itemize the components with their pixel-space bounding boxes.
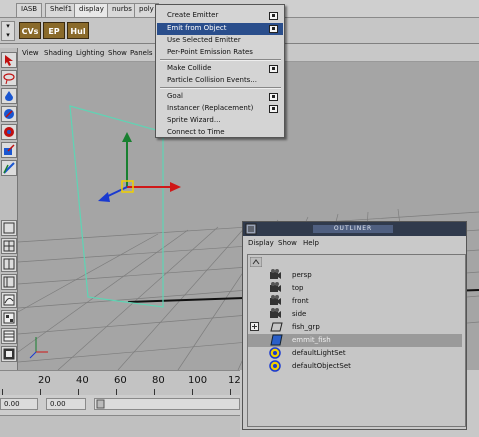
time-tick-label: 12	[228, 375, 241, 386]
outliner-item[interactable]: side	[248, 308, 462, 321]
menu-shading[interactable]: Shading	[44, 49, 72, 57]
range-handle-icon[interactable]	[96, 399, 106, 409]
time-tick-label: 60	[114, 375, 127, 386]
shelf-menu-icon[interactable]: ▾ ▾	[1, 21, 15, 41]
set-icon	[269, 360, 281, 372]
menu-separator	[160, 59, 281, 61]
outliner-menu-help[interactable]: Help	[303, 239, 319, 247]
goal-option-box-icon[interactable]	[269, 93, 278, 101]
menu-panels[interactable]: Panels	[130, 49, 153, 57]
outliner-item-label: emmit_fish	[292, 336, 331, 344]
shelf-button-hull[interactable]: Hul	[67, 22, 89, 39]
outliner-item-label: side	[292, 310, 307, 318]
toolbox	[0, 48, 18, 370]
camera-icon	[270, 282, 281, 292]
z-axis-arrow-icon[interactable]	[98, 192, 110, 202]
group-icon	[270, 322, 283, 332]
outliner-item-label: persp	[292, 271, 312, 279]
time-slider[interactable]: 20 40 60 80 100 12	[0, 370, 241, 395]
menu-item-use-selected-emitter[interactable]: Use Selected Emitter	[167, 36, 241, 44]
time-tick-label: 40	[76, 375, 89, 386]
outliner-item[interactable]: front	[248, 295, 462, 308]
shelf-tab-shelf1[interactable]: Shelf1	[45, 3, 78, 17]
select-tool-icon[interactable]	[1, 52, 17, 68]
shelf-button-cvs[interactable]: CVs	[19, 22, 41, 39]
layout-split-icon[interactable]	[1, 256, 17, 272]
menu-item-connect-to-time[interactable]: Connect to Time	[167, 128, 225, 136]
menu-item-instancer[interactable]: Instancer (Replacement)	[167, 104, 253, 112]
lasso-tool-icon[interactable]	[1, 70, 17, 86]
menu-item-sprite-wizard[interactable]: Sprite Wizard...	[167, 116, 221, 124]
menu-item-make-collide[interactable]: Make Collide	[167, 64, 211, 72]
menu-item-emit-from-object[interactable]: Emit from Object	[167, 24, 226, 32]
camera-icon	[270, 308, 281, 318]
outliner-item[interactable]: top	[248, 282, 462, 295]
range-slider[interactable]	[94, 398, 240, 410]
outliner-item-label: defaultObjectSet	[292, 362, 351, 370]
menu-item-per-point-emission-rates[interactable]: Per-Point Emission Rates	[167, 48, 253, 56]
menu-item-particle-collision-events[interactable]: Particle Collision Events...	[167, 76, 257, 84]
layout-hypergraph-icon[interactable]	[1, 310, 17, 326]
shelf-tab-iasb[interactable]: IASB	[16, 3, 43, 17]
camera-icon	[270, 295, 281, 305]
outliner-item[interactable]: fish_grp	[248, 321, 462, 334]
playback-start-field[interactable]: 0.00	[46, 398, 86, 410]
window-menu-icon[interactable]	[245, 223, 257, 235]
emit-from-object-option-box-icon[interactable]	[269, 25, 278, 33]
outliner-item[interactable]: persp	[248, 269, 462, 282]
outliner-item[interactable]: defaultLightSet	[248, 347, 462, 360]
move-tool-icon[interactable]	[1, 106, 17, 122]
expand-icon[interactable]	[250, 322, 260, 332]
outliner-window: OUTLINER Display Show Help persp top fro…	[242, 221, 467, 430]
menu-lighting[interactable]: Lighting	[76, 49, 104, 57]
outliner-item-label: fish_grp	[292, 323, 320, 331]
layout-stack-icon[interactable]	[1, 328, 17, 344]
set-icon	[269, 347, 281, 359]
menu-view[interactable]: View	[22, 49, 39, 57]
time-tick-label: 80	[152, 375, 165, 386]
layout-graph-icon[interactable]	[1, 292, 17, 308]
shelf-button-ep[interactable]: EP	[43, 22, 65, 39]
start-time-field[interactable]: 0.00	[0, 398, 38, 410]
create-emitter-option-box-icon[interactable]	[269, 12, 278, 20]
outliner-item-selected[interactable]: emmit_fish	[248, 334, 462, 347]
scroll-up-icon[interactable]	[250, 257, 262, 267]
shelf-tab-display[interactable]: display	[74, 3, 109, 17]
outliner-list[interactable]: persp top front side fish_grp emmit_fish…	[247, 254, 466, 427]
particles-menu: Create Emitter Emit from Object Use Sele…	[155, 4, 285, 138]
outliner-item-label: top	[292, 284, 304, 292]
layout-outliner-icon[interactable]	[1, 274, 17, 290]
outliner-title: OUTLINER	[313, 225, 393, 233]
layout-panel-icon[interactable]	[1, 346, 17, 362]
scale-tool-icon[interactable]	[1, 142, 17, 158]
outliner-titlebar[interactable]: OUTLINER	[243, 222, 466, 236]
outliner-menu-bar: Display Show Help	[243, 238, 466, 250]
manipulator-tool-icon[interactable]	[1, 160, 17, 176]
status-strip	[0, 415, 240, 437]
menu-item-goal[interactable]: Goal	[167, 92, 183, 100]
y-axis-arrow-icon[interactable]	[122, 132, 132, 142]
outliner-item-label: defaultLightSet	[292, 349, 346, 357]
paint-tool-icon[interactable]	[1, 88, 17, 104]
rotate-tool-icon[interactable]	[1, 124, 17, 140]
layout-four-icon[interactable]	[1, 238, 17, 254]
x-axis-arrow-icon[interactable]	[170, 182, 181, 192]
outliner-menu-display[interactable]: Display	[248, 239, 274, 247]
view-axis-z	[29, 351, 37, 359]
menu-show[interactable]: Show	[108, 49, 127, 57]
emitter-icon	[270, 334, 283, 346]
menu-item-create-emitter[interactable]: Create Emitter	[167, 11, 218, 19]
shelf-tab-nurbs[interactable]: nurbs	[107, 3, 137, 17]
outliner-item-label: front	[292, 297, 309, 305]
outliner-item[interactable]: defaultObjectSet	[248, 360, 462, 373]
camera-icon	[270, 269, 281, 279]
menu-separator	[160, 87, 281, 89]
range-slider-bar: 0.00 0.00	[0, 395, 240, 415]
time-tick-label: 100	[188, 375, 208, 386]
make-collide-option-box-icon[interactable]	[269, 65, 278, 73]
instancer-option-box-icon[interactable]	[269, 105, 278, 113]
time-tick-label: 20	[38, 375, 51, 386]
outliner-menu-show[interactable]: Show	[278, 239, 297, 247]
layout-single-icon[interactable]	[1, 220, 17, 236]
